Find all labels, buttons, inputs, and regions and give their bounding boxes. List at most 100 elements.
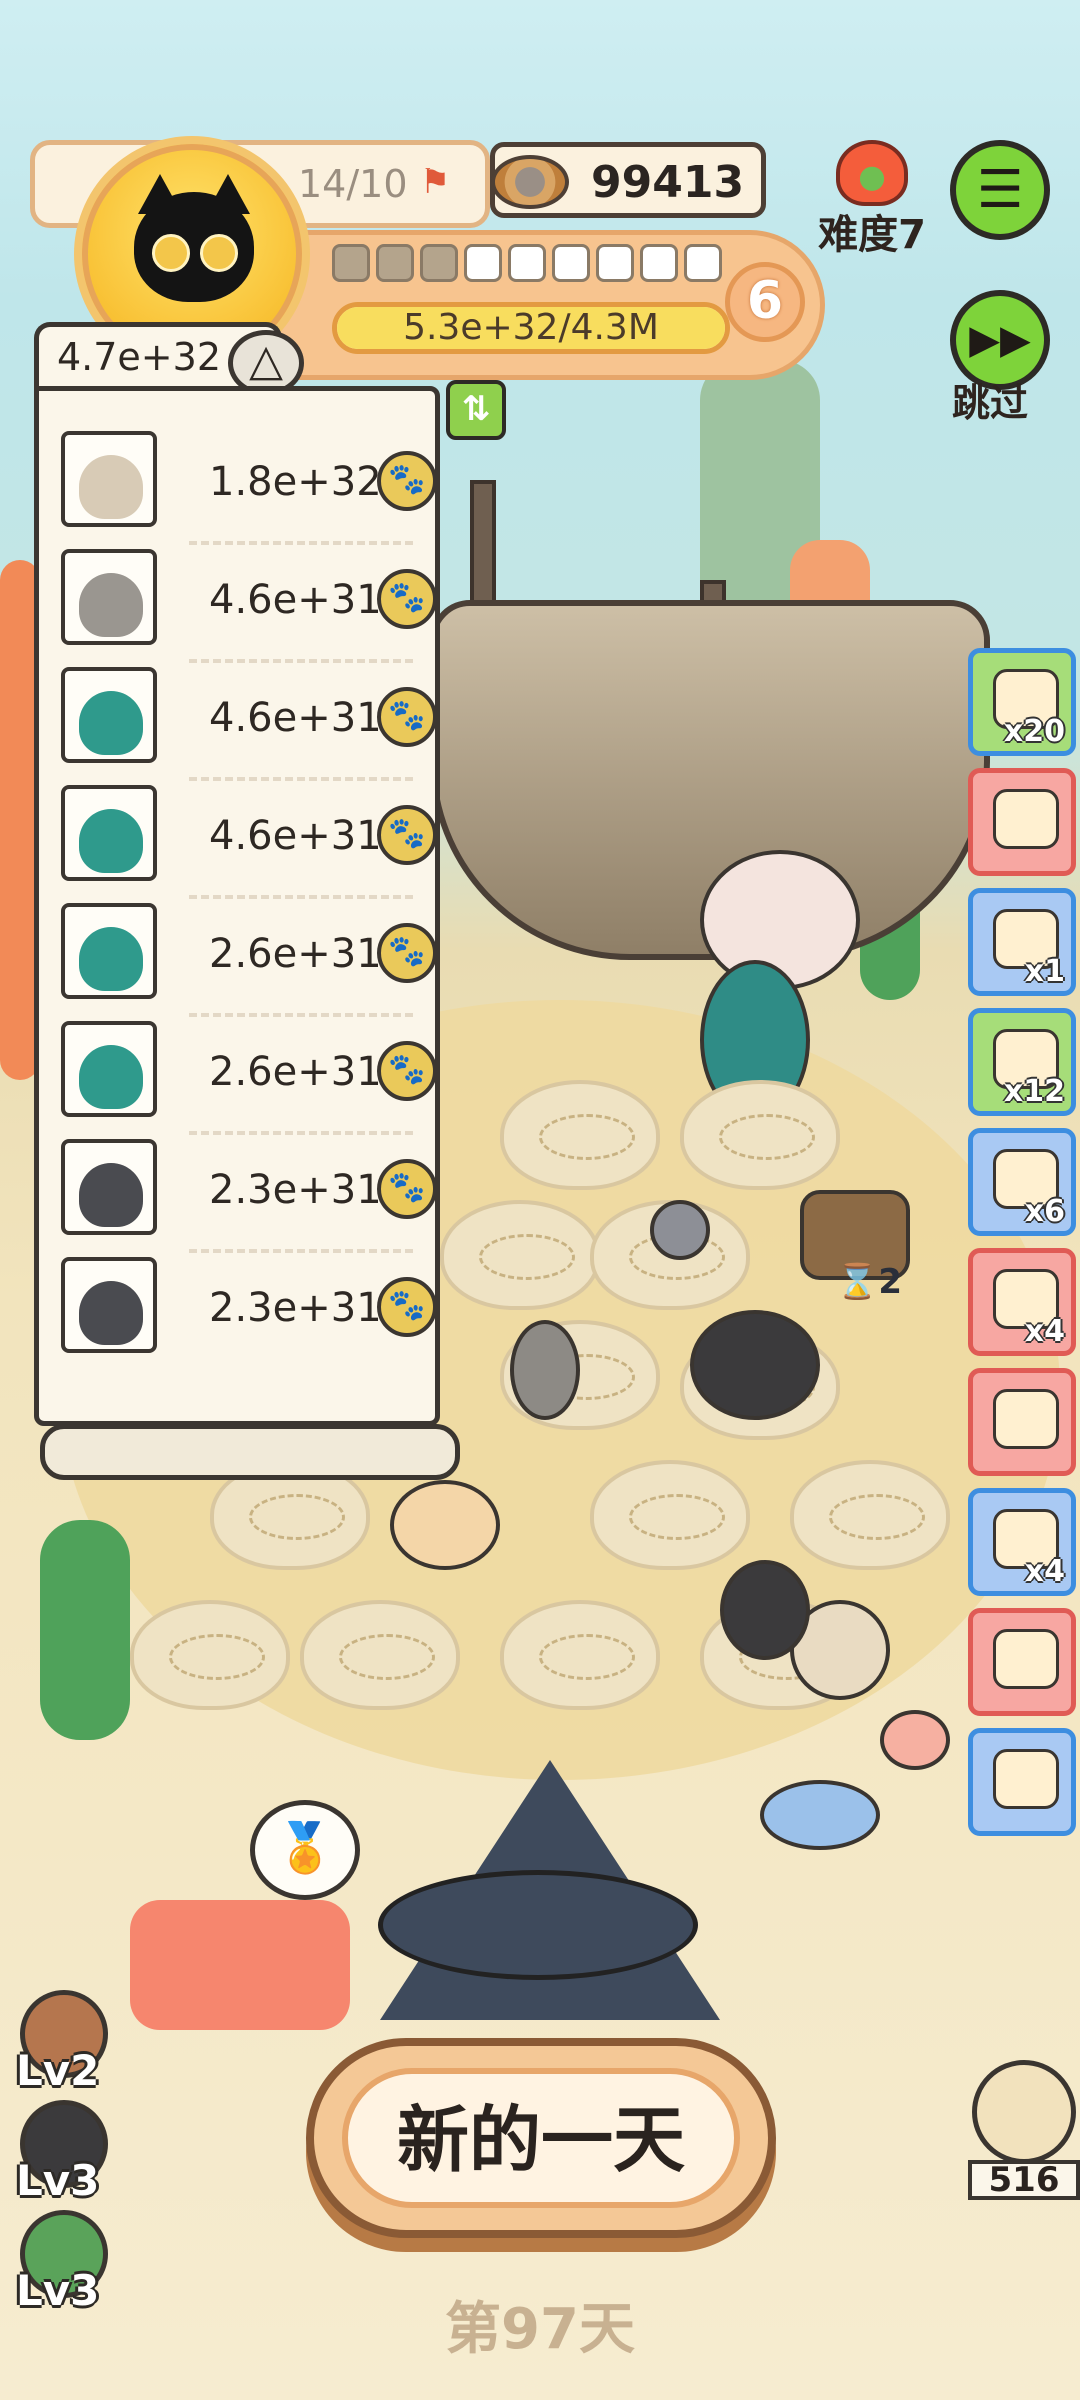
pet-level: Lv3 bbox=[16, 2156, 100, 2205]
starfish bbox=[880, 1710, 950, 1770]
side-item-worm[interactable]: x12 bbox=[968, 1008, 1076, 1116]
hamster[interactable] bbox=[390, 1480, 500, 1570]
pet-slot[interactable]: Lv3 bbox=[16, 2100, 112, 2205]
ranking-value: 4.6e+31 bbox=[209, 577, 382, 623]
level-badge: 6 bbox=[725, 262, 805, 342]
penguin[interactable] bbox=[720, 1560, 810, 1660]
level-segment bbox=[552, 244, 590, 282]
chest-timer-value: 2 bbox=[878, 1262, 903, 1302]
side-item-count: x6 bbox=[1024, 1194, 1065, 1229]
row-divider bbox=[189, 1249, 413, 1253]
row-divider bbox=[189, 1131, 413, 1135]
penguin[interactable] bbox=[690, 1310, 820, 1420]
farm-plot[interactable] bbox=[440, 1200, 600, 1310]
chest-timer: ⌛2 bbox=[836, 1262, 903, 1302]
progress-bar: 5.3e+32/4.3M bbox=[332, 302, 730, 354]
side-item-glove[interactable]: x6 bbox=[968, 1128, 1076, 1236]
scroll-bottom-edge bbox=[40, 1424, 460, 1480]
fast-forward-icon: ▶▶ bbox=[969, 317, 1031, 363]
difficulty-display[interactable]: 难度7 bbox=[812, 140, 932, 260]
paw-icon: 🐾 bbox=[377, 805, 437, 865]
peacock-icon bbox=[79, 809, 143, 873]
new-day-button[interactable]: 新的一天 bbox=[306, 2038, 776, 2238]
side-item-tent[interactable]: x20 bbox=[968, 648, 1076, 756]
ranking-value: 4.6e+31 bbox=[209, 813, 382, 859]
currency-display[interactable]: 99413 bbox=[490, 142, 766, 218]
seaweed-bottom-left bbox=[40, 1520, 130, 1740]
mole-icon bbox=[79, 1163, 143, 1227]
farm-plot[interactable] bbox=[130, 1600, 290, 1710]
peacock-icon bbox=[79, 927, 143, 991]
blue-pebbles bbox=[760, 1780, 880, 1850]
side-item-heart-letter[interactable] bbox=[968, 1608, 1076, 1716]
peacock-icon bbox=[79, 1045, 143, 1109]
ranking-value: 2.3e+31 bbox=[209, 1167, 382, 1213]
hut-icon bbox=[993, 1749, 1059, 1809]
side-item-rope[interactable] bbox=[968, 1368, 1076, 1476]
ranking-row[interactable]: 4.6e+31 🐾 bbox=[59, 549, 437, 663]
level-segment bbox=[464, 244, 502, 282]
side-item-count: x20 bbox=[1003, 714, 1065, 749]
side-item-count: x12 bbox=[1003, 1074, 1065, 1109]
corner-pet[interactable]: 516 bbox=[968, 2060, 1080, 2200]
ranking-value: 2.6e+31 bbox=[209, 931, 382, 977]
mole-icon bbox=[79, 1281, 143, 1345]
farm-plot[interactable] bbox=[500, 1600, 660, 1710]
jerboa-thumbnail bbox=[61, 549, 157, 645]
level-segment bbox=[420, 244, 458, 282]
corner-pet-count: 516 bbox=[968, 2160, 1080, 2200]
ranking-row[interactable]: 1.8e+32 🐾 bbox=[59, 431, 437, 545]
ranking-row[interactable]: 2.3e+31 🐾 bbox=[59, 1139, 437, 1253]
difficulty-icon bbox=[836, 140, 908, 206]
coral-bottom-left bbox=[130, 1900, 350, 2030]
paw-icon: 🐾 bbox=[377, 687, 437, 747]
menu-button[interactable]: ☰ bbox=[950, 140, 1050, 240]
cat-eye bbox=[152, 234, 190, 272]
ranking-value: 2.3e+31 bbox=[209, 1285, 382, 1331]
peacock-thumbnail bbox=[61, 1021, 157, 1117]
row-divider bbox=[189, 1013, 413, 1017]
wizard-cat[interactable] bbox=[378, 1870, 698, 1980]
mouse[interactable] bbox=[650, 1200, 710, 1260]
paw-icon: 🐾 bbox=[377, 923, 437, 983]
pet-slot[interactable]: Lv2 bbox=[16, 1990, 112, 2095]
peacock-thumbnail bbox=[61, 785, 157, 881]
side-item-hut[interactable] bbox=[968, 1728, 1076, 1836]
certificate-icon[interactable]: 🏅 bbox=[250, 1800, 360, 1900]
jerboa-icon bbox=[79, 573, 143, 637]
ranking-row[interactable]: 2.6e+31 🐾 bbox=[59, 1021, 437, 1135]
farm-plot[interactable] bbox=[680, 1080, 840, 1190]
ranking-row[interactable]: 4.6e+31 🐾 bbox=[59, 785, 437, 899]
farm-plot[interactable] bbox=[300, 1600, 460, 1710]
farm-plot[interactable] bbox=[590, 1460, 750, 1570]
jerboa[interactable] bbox=[510, 1320, 580, 1420]
side-item-feather[interactable] bbox=[968, 768, 1076, 876]
side-item-count: x4 bbox=[1024, 1554, 1065, 1589]
ranking-total-value: 4.7e+32 bbox=[57, 335, 222, 379]
paw-icon: 🐾 bbox=[377, 451, 437, 511]
row-divider bbox=[189, 541, 413, 545]
ranking-list[interactable]: 1.8e+32 🐾 4.6e+31 🐾 4.6e+31 🐾 4.6e+31 🐾 2.6e+31 🐾… bbox=[34, 386, 440, 1426]
side-item-shop[interactable]: x1 bbox=[968, 888, 1076, 996]
paw-icon: 🐾 bbox=[377, 1041, 437, 1101]
player-level-text: 14/10 bbox=[298, 162, 408, 206]
menu-icon: ☰ bbox=[976, 160, 1024, 220]
feather-icon bbox=[993, 789, 1059, 849]
farm-plot[interactable] bbox=[500, 1080, 660, 1190]
rope-icon bbox=[993, 1389, 1059, 1449]
ranking-row[interactable]: 2.3e+31 🐾 bbox=[59, 1257, 437, 1357]
side-item-scroll[interactable]: x4 bbox=[968, 1248, 1076, 1356]
cat-avatar-icon bbox=[134, 174, 254, 302]
ranking-row[interactable]: 2.6e+31 🐾 bbox=[59, 903, 437, 1017]
level-segment bbox=[332, 244, 370, 282]
farm-plot[interactable] bbox=[790, 1460, 950, 1570]
side-item-count: x1 bbox=[1024, 954, 1065, 989]
ranking-value: 1.8e+32 bbox=[209, 459, 382, 505]
ranking-value: 4.6e+31 bbox=[209, 695, 382, 741]
sort-button[interactable]: ⇅ bbox=[446, 380, 506, 440]
level-segment bbox=[596, 244, 634, 282]
side-item-sack[interactable]: x4 bbox=[968, 1488, 1076, 1596]
ranking-row[interactable]: 4.6e+31 🐾 bbox=[59, 667, 437, 781]
row-divider bbox=[189, 659, 413, 663]
pet-level: Lv2 bbox=[16, 2046, 100, 2095]
